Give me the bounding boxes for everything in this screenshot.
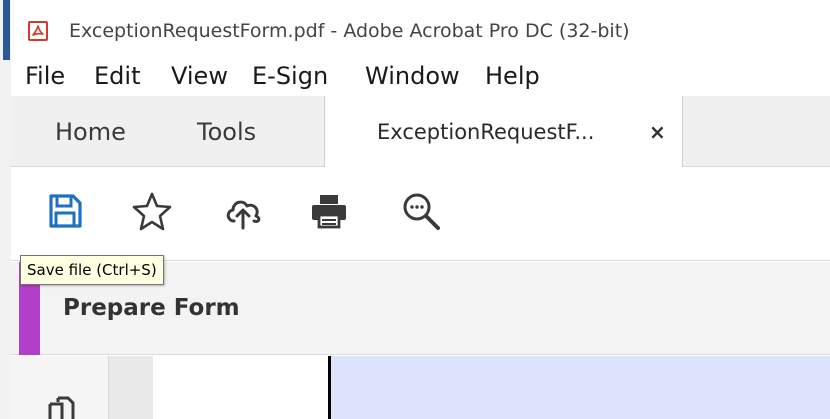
page-canvas[interactable] [153,356,329,419]
menu-window[interactable]: Window [365,62,460,90]
save-tooltip: Save file (Ctrl+S) [20,255,164,285]
menu-esign[interactable]: E-Sign [252,62,328,90]
save-icon[interactable] [45,191,85,231]
tab-bar: Home Tools ExceptionRequestF... × [11,96,830,168]
tab-document-label: ExceptionRequestF... [377,120,595,144]
quick-tools-toolbar [11,167,830,261]
cloud-upload-icon[interactable] [223,191,263,231]
close-tab-icon[interactable]: × [649,120,666,144]
menu-view[interactable]: View [171,62,228,90]
navigation-rail [11,356,109,419]
menu-help[interactable]: Help [485,62,540,90]
menu-bar: File Edit View E-Sign Window Help [11,60,830,96]
title-bar: ExceptionRequestForm.pdf - Adobe Acrobat… [11,0,830,60]
acrobat-window: ExceptionRequestForm.pdf - Adobe Acrobat… [11,0,830,419]
zoom-search-icon[interactable] [401,191,441,231]
star-icon[interactable] [132,191,172,231]
tab-document[interactable]: ExceptionRequestF... × [325,96,683,168]
menu-file[interactable]: File [25,62,65,90]
window-title: ExceptionRequestForm.pdf - Adobe Acrobat… [69,20,630,42]
background-window-accent [3,0,10,60]
menu-edit[interactable]: Edit [94,62,140,90]
acrobat-icon [28,21,48,41]
tab-home[interactable]: Home [55,118,126,146]
document-workspace [11,356,830,419]
background-window-strip [0,0,11,419]
page-thumbnails-icon[interactable] [46,396,76,419]
form-field-highlight[interactable] [331,356,830,419]
print-icon[interactable] [309,191,349,231]
panel-title: Prepare Form [63,295,240,321]
tab-tools[interactable]: Tools [197,118,256,146]
